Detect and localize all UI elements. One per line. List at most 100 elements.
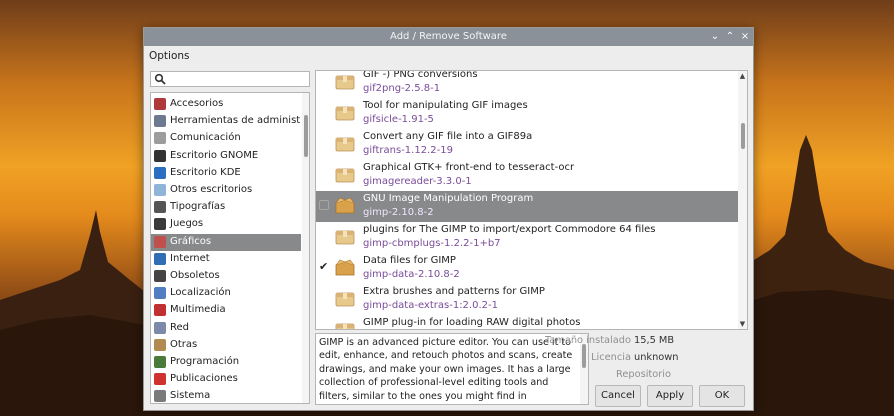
package-description-line: Convert any GIF file into a GIF89a [363, 131, 533, 142]
package-checkbox[interactable] [319, 76, 329, 86]
package-icon [335, 290, 355, 307]
kde-icon [154, 166, 166, 179]
package-row[interactable]: Tool for manipulating GIF images gifsicle… [316, 98, 738, 129]
category-item[interactable]: Juegos [151, 216, 301, 233]
category-item[interactable]: Otras [151, 337, 301, 354]
category-item[interactable]: Internet [151, 251, 301, 268]
window-title: Add / Remove Software [390, 31, 507, 42]
category-item[interactable]: Accesorios [151, 96, 301, 113]
package-row[interactable]: GIMP plug-in for loading RAW digital pho… [316, 315, 738, 329]
category-item[interactable]: Comunicación [151, 130, 301, 147]
category-label: Otros escritorios [170, 184, 253, 195]
package-row[interactable]: plugins for The GIMP to import/export Co… [316, 222, 738, 253]
package-row[interactable]: Convert any GIF file into a GIF89a giftra… [316, 129, 738, 160]
category-item[interactable]: Red [151, 320, 301, 337]
package-description-line: GIF -) PNG conversions [363, 70, 478, 80]
network-icon [154, 321, 166, 334]
category-label: Internet [170, 252, 210, 264]
scroll-up-arrow-icon[interactable]: ▲ [738, 72, 747, 80]
obsolete-icon [154, 270, 166, 282]
search-icon [154, 73, 166, 85]
category-label: Sistema [170, 390, 211, 402]
apply-button[interactable]: Apply [647, 385, 693, 407]
category-item[interactable]: Multimedia [151, 302, 301, 319]
category-label: Comunicación [170, 132, 241, 144]
system-icon [154, 390, 166, 403]
publishing-icon [154, 373, 166, 386]
search-input[interactable] [150, 71, 310, 87]
category-label: Escritorio KDE [170, 166, 241, 178]
category-item[interactable]: Sistema [151, 388, 301, 403]
package-row[interactable]: Extra brushes and patterns for GIMP gimp-… [316, 284, 738, 315]
installed-size-label: Tamaño instalado [544, 335, 631, 346]
category-label: Red [170, 321, 189, 333]
category-item[interactable]: Gráficos [151, 233, 301, 251]
package-checkbox[interactable] [319, 231, 329, 241]
package-checkbox[interactable] [319, 293, 329, 303]
package-checkbox[interactable] [319, 169, 329, 179]
minimize-button[interactable]: ⌄ [709, 30, 721, 43]
category-label: Tipografías [170, 201, 226, 213]
scroll-down-arrow-icon[interactable]: ▼ [738, 320, 747, 328]
package-icon [335, 73, 355, 90]
package-name: gimp-cbmplugs-1.2.2-1+b7 [363, 238, 501, 249]
package-checkbox[interactable] [319, 138, 329, 148]
category-item[interactable]: Localización [151, 285, 301, 302]
maximize-button[interactable]: ⌃ [724, 30, 736, 43]
category-label: Publicaciones [170, 373, 238, 385]
category-item[interactable]: Programación [151, 354, 301, 371]
package-name: gif2png-2.5.8-1 [363, 83, 441, 94]
category-item[interactable]: Herramientas de administración [151, 113, 301, 130]
multimedia-icon [154, 304, 166, 317]
package-description-line: plugins for The GIMP to import/export Co… [363, 224, 656, 235]
category-label: Obsoletos [170, 270, 220, 281]
package-checkbox[interactable] [319, 200, 329, 210]
communication-icon [154, 132, 166, 145]
cancel-button[interactable]: Cancel [595, 385, 641, 407]
titlebar: Add / Remove Software ⌄ ⌃ × [144, 28, 753, 46]
package-row[interactable]: GNU Image Manipulation Program gimp-2.10.… [316, 191, 738, 222]
open-package-icon [335, 259, 355, 276]
internet-icon [154, 252, 166, 265]
category-item[interactable]: Tipografías [151, 199, 301, 216]
games-icon [154, 218, 166, 231]
close-button[interactable]: × [739, 30, 751, 43]
description-scrollbar-thumb[interactable] [582, 344, 586, 368]
package-scrollbar-thumb[interactable] [741, 123, 745, 149]
category-item[interactable]: Escritorio GNOME [151, 148, 301, 165]
category-item[interactable]: Otros escritorios [151, 182, 301, 199]
category-item[interactable]: Escritorio KDE [151, 165, 301, 182]
package-checkbox[interactable] [319, 107, 329, 117]
package-name: gimp-data-2.10.8-2 [363, 269, 460, 280]
package-description-line: Graphical GTK+ front-end to tesseract-oc… [363, 162, 575, 173]
desktops-icon [154, 184, 166, 196]
category-label: Gráficos [170, 235, 212, 247]
category-item[interactable]: Publicaciones [151, 371, 301, 388]
license-label: Licencia [591, 352, 631, 363]
category-label: Multimedia [170, 304, 226, 316]
category-label: Juegos [170, 218, 204, 230]
programming-icon [154, 356, 166, 368]
ok-button[interactable]: OK [699, 385, 745, 407]
category-label: Escritorio GNOME [170, 149, 259, 161]
category-scrollbar-thumb[interactable] [304, 115, 308, 157]
package-row[interactable]: GIF -) PNG conversions gif2png-2.5.8-1 [316, 70, 738, 98]
package-name: giftrans-1.12.2-19 [363, 145, 453, 156]
package-description-line: GIMP plug-in for loading RAW digital pho… [363, 317, 581, 328]
package-icon [335, 321, 355, 329]
package-checkbox[interactable] [319, 324, 329, 329]
category-item[interactable]: Obsoletos [151, 268, 301, 285]
package-name: gifsicle-1.91-5 [363, 114, 434, 125]
package-icon [335, 228, 355, 245]
package-description-line: GNU Image Manipulation Program [363, 193, 534, 204]
category-scrollbar[interactable] [302, 93, 309, 403]
package-scrollbar[interactable]: ▲ ▼ [738, 71, 747, 329]
package-description-line: Tool for manipulating GIF images [363, 100, 528, 111]
category-label: Otras [170, 338, 198, 350]
package-row[interactable]: ✔ Data files for GIMP gimp-data-2.10.8-2 [316, 253, 738, 284]
menu-options[interactable]: Options [149, 50, 190, 62]
admin-tools-icon [154, 115, 166, 128]
package-row[interactable]: Graphical GTK+ front-end to tesseract-oc… [316, 160, 738, 191]
package-checkbox[interactable]: ✔ [319, 261, 329, 272]
package-description-line: Data files for GIMP [363, 255, 456, 266]
